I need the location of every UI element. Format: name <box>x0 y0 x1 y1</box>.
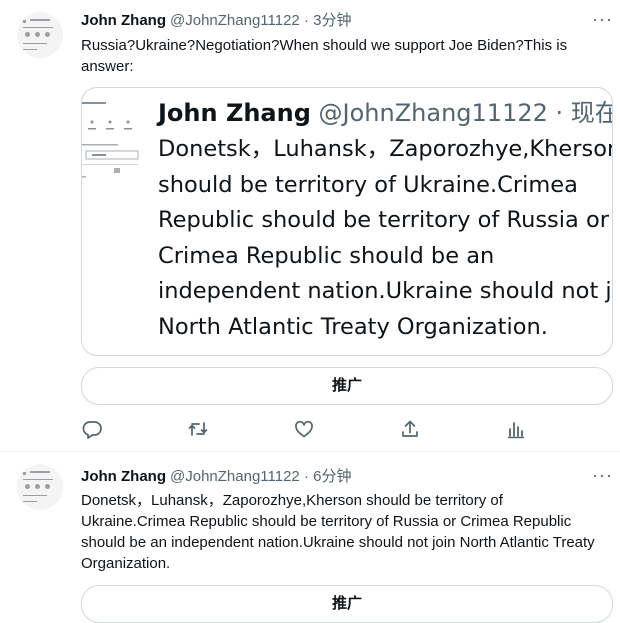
quoted-screenshot-image[interactable]: John Zhang @JohnZhang11122 · 现在 Donetsk，… <box>81 87 613 356</box>
timestamp[interactable]: · 3分钟 <box>300 12 352 29</box>
quoted-author-handle: @JohnZhang11122 <box>318 99 548 127</box>
tweet-header: John Zhang @JohnZhang11122 · 6分钟 <box>81 467 351 487</box>
tweet-text: Russia?Ukraine?Negotiation?When should w… <box>81 37 568 75</box>
share-icon[interactable] <box>399 418 421 440</box>
quoted-author-name: John Zhang <box>158 99 311 127</box>
quoted-line: Donetsk，Luhansk，Zaporozhye,Kherson <box>158 136 613 162</box>
tweet[interactable]: John Zhang @JohnZhang11122 · 3分钟 ··· Russ… <box>0 0 620 452</box>
author-name[interactable]: John Zhang <box>81 12 166 29</box>
more-options-icon[interactable]: ··· <box>592 9 613 29</box>
author-handle[interactable]: @JohnZhang11122 <box>170 468 300 485</box>
tweet-actions <box>81 418 531 440</box>
screenshot-thumbnail <box>82 102 139 178</box>
avatar[interactable] <box>17 464 63 510</box>
quoted-line: Crimea Republic should be an <box>158 242 495 269</box>
quoted-line: should be territory of Ukraine.Crimea <box>158 171 578 198</box>
tweet-header: John Zhang @JohnZhang11122 · 3分钟 <box>81 11 351 31</box>
quoted-line: Republic should be territory of Russia o… <box>158 207 609 233</box>
reply-icon[interactable] <box>81 418 103 440</box>
tweet-text: Donetsk，Luhansk，Zaporozhye,Kherson shoul… <box>81 492 595 572</box>
tweet[interactable]: John Zhang @JohnZhang11122 · 6分钟 ··· Done… <box>0 452 620 623</box>
quoted-tweet: John Zhang @JohnZhang11122 · 现在 Donetsk，… <box>158 96 613 345</box>
quoted-text: Donetsk，Luhansk，Zaporozhye,Kherson shoul… <box>158 132 613 345</box>
promote-button[interactable]: 推广 <box>81 367 613 405</box>
avatar[interactable] <box>17 12 63 58</box>
timestamp[interactable]: · 6分钟 <box>300 468 352 485</box>
quoted-header: John Zhang @JohnZhang11122 · 现在 <box>158 96 613 130</box>
retweet-icon[interactable] <box>187 418 209 440</box>
quoted-timestamp: · 现在 <box>547 99 613 127</box>
more-options-icon[interactable]: ··· <box>592 465 613 485</box>
like-icon[interactable] <box>293 418 315 440</box>
quoted-line: North Atlantic Treaty Organization. <box>158 313 548 340</box>
quoted-line: independent nation.Ukraine should not jo <box>158 278 613 304</box>
analytics-icon[interactable] <box>505 418 527 440</box>
promote-button[interactable]: 推广 <box>81 585 613 623</box>
author-handle[interactable]: @JohnZhang11122 <box>170 12 300 29</box>
author-name[interactable]: John Zhang <box>81 468 166 485</box>
